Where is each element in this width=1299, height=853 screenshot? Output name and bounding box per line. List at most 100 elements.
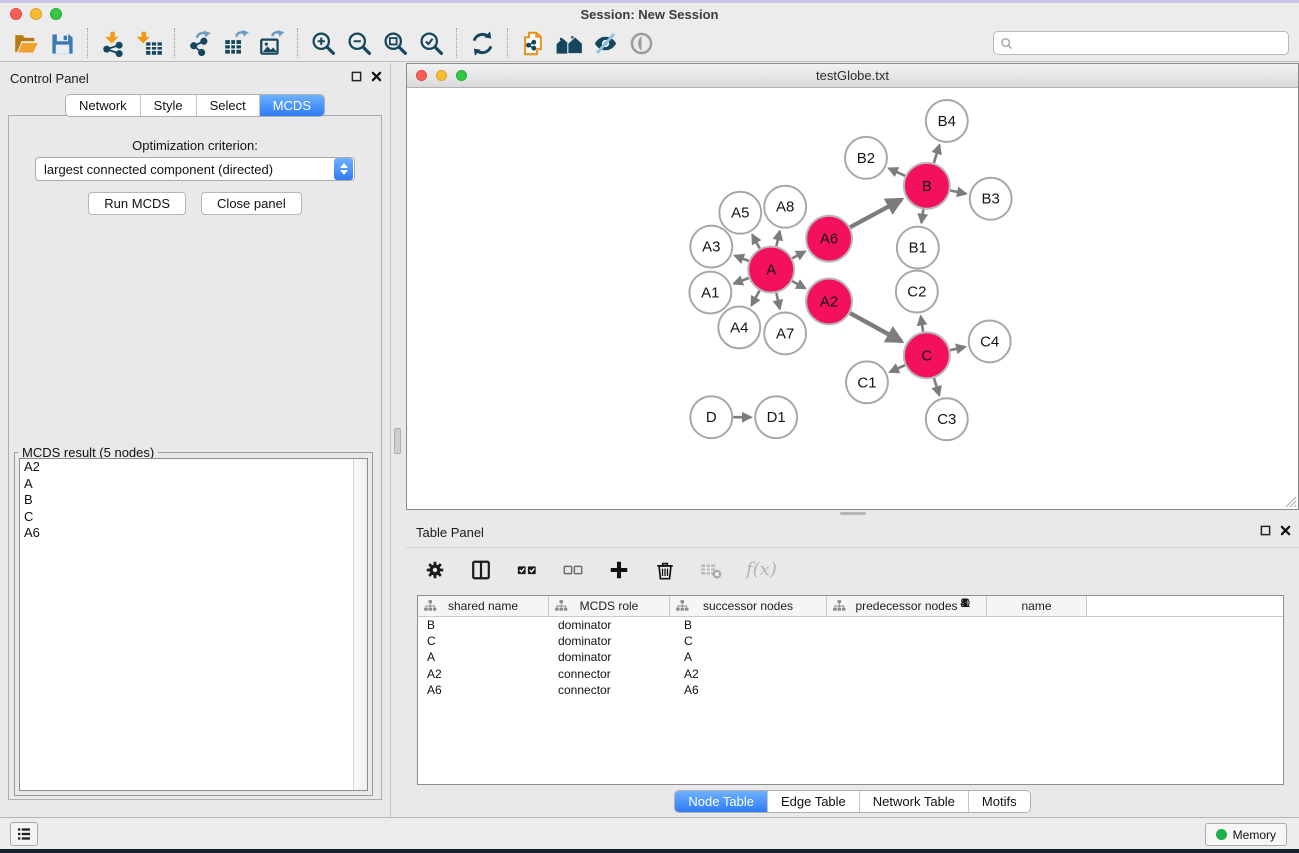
delete-button[interactable] [654, 555, 676, 585]
float-panel-icon[interactable] [1260, 525, 1271, 536]
graph-node-B[interactable]: B [904, 163, 950, 209]
graph-node-C4[interactable]: C4 [969, 320, 1011, 362]
duplicate-network-button[interactable] [515, 27, 551, 59]
criterion-select[interactable]: largest connected component (directed) [35, 157, 355, 181]
tab-network[interactable]: Network [66, 95, 140, 116]
splitter-handle[interactable] [840, 512, 866, 515]
graph-node-A7[interactable]: A7 [764, 312, 806, 354]
mcds-result-list[interactable]: A2ABCA6 [19, 458, 368, 791]
mcds-result-item[interactable]: A2 [20, 459, 367, 476]
graph-node-A8[interactable]: A8 [764, 186, 806, 228]
network-view-window: testGlobe.txt B4B2BB3A5A8A6A3B1AA1C2A2A4… [406, 63, 1299, 510]
mcds-result-item[interactable]: B [20, 492, 367, 509]
home-button[interactable] [551, 27, 587, 59]
toggle-visibility-button[interactable] [587, 27, 623, 59]
delete-table-icon [700, 559, 722, 581]
graph-node-A6[interactable]: A6 [806, 216, 852, 262]
mcds-result-item[interactable]: A6 [20, 525, 367, 542]
graph-node-C1[interactable]: C1 [846, 361, 888, 403]
close-network-icon[interactable] [416, 70, 427, 81]
open-file-button[interactable] [8, 27, 44, 59]
close-panel-button[interactable]: Close panel [201, 192, 302, 215]
graph-node-A[interactable]: A [748, 247, 794, 293]
tab-edge-table[interactable]: Edge Table [767, 791, 859, 812]
status-bar: Memory [0, 817, 1299, 849]
graph-node-A4[interactable]: A4 [718, 306, 760, 348]
zoom-fit-button[interactable] [377, 27, 413, 59]
cell-shared-name: B [418, 618, 549, 632]
save-session-button[interactable] [44, 27, 80, 59]
maximize-window-icon[interactable] [50, 8, 62, 20]
mcds-result-item[interactable]: A [20, 476, 367, 493]
import-network-button[interactable] [95, 27, 131, 59]
close-panel-icon[interactable] [1280, 525, 1291, 536]
column-header-name[interactable]: name [987, 596, 1087, 616]
close-panel-icon[interactable] [371, 71, 382, 82]
export-table-button[interactable] [218, 27, 254, 59]
svg-text:A5: A5 [731, 205, 749, 222]
splitter-handle[interactable] [394, 428, 401, 454]
column-header-shared-name[interactable]: shared name [418, 596, 549, 616]
graph-node-D[interactable]: D [690, 396, 732, 438]
memory-button[interactable]: Memory [1205, 823, 1287, 846]
graph-node-B1[interactable]: B1 [897, 227, 939, 269]
graph-node-C2[interactable]: C2 [896, 271, 938, 313]
add-button[interactable] [608, 555, 630, 585]
minimize-network-icon[interactable] [436, 70, 447, 81]
graph-edge-A-A3 [735, 256, 749, 261]
column-header-MCDS-role[interactable]: MCDS role [549, 596, 670, 616]
panel-columns-button[interactable] [470, 555, 492, 585]
result-scrollbar[interactable] [353, 459, 367, 790]
run-mcds-button[interactable]: Run MCDS [88, 192, 186, 215]
graph-node-C[interactable]: C [904, 332, 950, 378]
svg-text:A1: A1 [701, 285, 719, 302]
tab-select[interactable]: Select [196, 95, 259, 116]
refresh-button[interactable] [464, 27, 500, 59]
main-titlebar: Session: New Session [0, 3, 1299, 25]
import-network-icon [100, 30, 127, 57]
vertical-splitter[interactable] [391, 63, 406, 817]
search-field[interactable] [993, 31, 1289, 55]
cell-MCDS-role: connector [549, 683, 670, 697]
zoom-selected-icon [418, 30, 445, 57]
horizontal-splitter[interactable] [406, 510, 1299, 517]
graph-node-A3[interactable]: A3 [690, 226, 732, 268]
mcds-result-item[interactable]: C [20, 509, 367, 526]
graph-node-A1[interactable]: A1 [689, 272, 731, 314]
tab-motifs[interactable]: Motifs [968, 791, 1030, 812]
tab-network-table[interactable]: Network Table [859, 791, 968, 812]
table-row[interactable]: A6connector11A6 [418, 682, 1283, 698]
tab-mcds[interactable]: MCDS [259, 95, 324, 116]
graph-node-B4[interactable]: B4 [926, 100, 968, 142]
export-network-button[interactable] [182, 27, 218, 59]
task-list-button[interactable] [10, 822, 38, 846]
network-canvas[interactable]: B4 B2 B B3 A5 A8A6 A3 B1 A A1 C2 A2 A4A7 C4 C C1 D D1 C3 [407, 89, 1298, 509]
select-all-button[interactable] [516, 555, 538, 585]
maximize-network-icon[interactable] [456, 70, 467, 81]
search-input[interactable] [1014, 33, 1288, 53]
cell-MCDS-role: dominator [549, 618, 670, 632]
float-panel-icon[interactable] [351, 71, 362, 82]
settings-button[interactable] [424, 555, 446, 585]
export-image-button[interactable] [254, 27, 290, 59]
close-window-icon[interactable] [10, 8, 22, 20]
zoom-selected-button[interactable] [413, 27, 449, 59]
preview-button[interactable] [623, 27, 659, 59]
minimize-window-icon[interactable] [30, 8, 42, 20]
graph-node-A5[interactable]: A5 [719, 192, 761, 234]
graph-node-C3[interactable]: C3 [926, 398, 968, 440]
graph-node-B2[interactable]: B2 [845, 137, 887, 179]
zoom-in-button[interactable] [305, 27, 341, 59]
zoom-out-button[interactable] [341, 27, 377, 59]
add-icon [608, 559, 630, 581]
deselect-all-button[interactable] [562, 555, 584, 585]
graph-node-A2[interactable]: A2 [806, 279, 852, 325]
graph-node-D1[interactable]: D1 [755, 396, 797, 438]
save-session-icon [49, 30, 76, 57]
tab-node-table[interactable]: Node Table [675, 791, 767, 812]
tab-style[interactable]: Style [140, 95, 196, 116]
import-table-button[interactable] [131, 27, 167, 59]
column-header-successor-nodes[interactable]: successor nodes [670, 596, 827, 616]
graph-node-B3[interactable]: B3 [970, 178, 1012, 220]
graph-edge-B-B1 [921, 209, 923, 222]
